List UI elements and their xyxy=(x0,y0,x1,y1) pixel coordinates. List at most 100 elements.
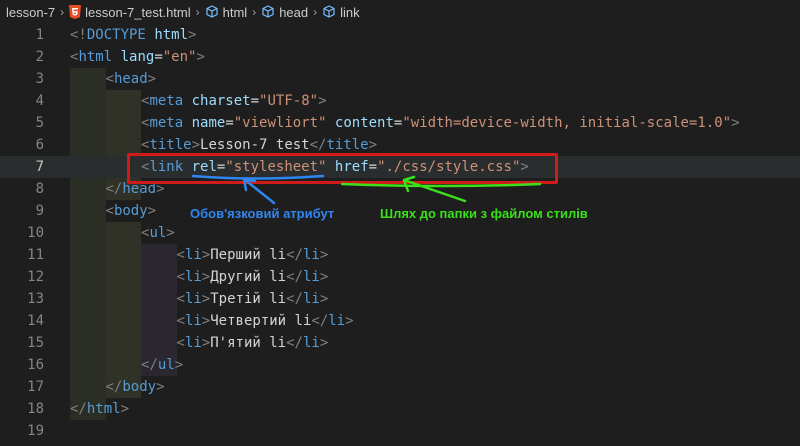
code-line[interactable]: 15 <li>П'ятий li</li> xyxy=(0,332,800,354)
line-number: 17 xyxy=(27,379,44,395)
code-text: <head> xyxy=(106,68,157,90)
breadcrumb-folder[interactable]: lesson-7 xyxy=(6,5,55,20)
code-token: = xyxy=(250,93,260,109)
cube-icon xyxy=(261,5,275,19)
code-line[interactable]: 19 xyxy=(0,420,800,442)
code-line[interactable]: 1 <!DOCTYPE html> xyxy=(0,24,800,46)
code-line[interactable]: 10 <ul> xyxy=(0,222,800,244)
code-token: </ xyxy=(286,291,303,307)
line-number: 6 xyxy=(35,137,44,153)
code-token: < xyxy=(176,291,185,307)
rel-annotation: Обов'язковий атрибут xyxy=(190,206,335,221)
breadcrumb-symbol-label: link xyxy=(340,4,360,20)
code-token: meta xyxy=(149,115,184,131)
code-text: <html lang="en"> xyxy=(70,46,205,68)
code-token: Другий li xyxy=(210,269,287,285)
code-token: title xyxy=(326,137,369,153)
code-line[interactable]: 5 <meta name="viewliort" content="width=d… xyxy=(0,112,800,134)
code-token: meta xyxy=(149,93,184,109)
code-token: </ xyxy=(141,357,158,373)
code-token: ul xyxy=(149,225,167,241)
line-number: 3 xyxy=(35,71,44,87)
line-number: 11 xyxy=(27,247,44,263)
code-token: ul xyxy=(157,357,175,373)
code-token: < xyxy=(176,269,185,285)
href-annotation: Шлях до папки з файлом стилів xyxy=(380,206,588,221)
code-token: > xyxy=(201,291,211,307)
code-line[interactable]: 11 <li>Перший li</li> xyxy=(0,244,800,266)
code-line[interactable]: 2 <html lang="en"> xyxy=(0,46,800,68)
code-token: li xyxy=(302,247,320,263)
code-token: > xyxy=(188,27,197,43)
breadcrumb-symbol-html[interactable]: html xyxy=(205,4,248,20)
code-token: "UTF-8" xyxy=(259,93,319,109)
line-number: 7 xyxy=(35,159,44,175)
code-line[interactable]: 13 <li>Третій li</li> xyxy=(0,288,800,310)
breadcrumb-symbol-link[interactable]: link xyxy=(322,5,360,20)
code-token: body xyxy=(122,379,157,395)
code-token: Lesson-7 test xyxy=(200,137,310,153)
code-text: <body> xyxy=(106,200,157,222)
line-number: 12 xyxy=(27,269,44,285)
code-token: < xyxy=(176,313,185,329)
code-token: li xyxy=(302,269,320,285)
code-token: title xyxy=(149,137,192,153)
code-token: Перший li xyxy=(210,247,287,263)
breadcrumb-file[interactable]: lesson-7_test.html xyxy=(69,5,191,20)
breadcrumb-symbol-head[interactable]: head xyxy=(261,5,308,20)
code-token: "width=device-width, initial-scale=1.0" xyxy=(402,115,732,131)
code-token: li xyxy=(184,247,202,263)
code-line[interactable]: 12 <li>Другий li</li> xyxy=(0,266,800,288)
breadcrumb-symbol-label: html xyxy=(222,4,248,20)
code-token: li xyxy=(184,313,202,329)
code-token: > xyxy=(201,313,211,329)
code-text: <li>Третій li</li> xyxy=(177,288,329,310)
code-token: > xyxy=(191,137,201,153)
line-number: 10 xyxy=(27,225,44,241)
code-token: DOCTYPE xyxy=(86,27,146,43)
breadcrumb-symbol-label: head xyxy=(279,4,309,20)
code-token: > xyxy=(319,247,329,263)
code-line[interactable]: 14 <li>Четвертий li</li> xyxy=(0,310,800,332)
code-text: </body> xyxy=(106,376,165,398)
code-text: <meta charset="UTF-8"> xyxy=(141,90,327,112)
code-token: > xyxy=(166,225,175,241)
code-token: charset xyxy=(191,93,251,109)
code-token: > xyxy=(319,291,329,307)
code-line[interactable]: 18 </html> xyxy=(0,398,800,420)
line-number: 15 xyxy=(27,335,44,351)
code-line[interactable]: 16 </ul> xyxy=(0,354,800,376)
code-editor[interactable]: 1 <!DOCTYPE html> 2 <html lang="en"> 3 <head>… xyxy=(0,24,800,446)
code-token: </ xyxy=(70,401,87,417)
code-token: > xyxy=(319,335,329,351)
code-token: lang xyxy=(120,49,155,65)
line-number: 9 xyxy=(35,203,44,219)
line-number: 18 xyxy=(27,401,44,417)
code-token: > xyxy=(201,335,211,351)
code-token: body xyxy=(113,203,148,219)
line-number: 5 xyxy=(35,115,44,131)
code-token: </ xyxy=(286,269,303,285)
code-token: head xyxy=(113,71,148,87)
line-number: 2 xyxy=(35,49,44,65)
code-line[interactable]: 17 </body> xyxy=(0,376,800,398)
cube-icon xyxy=(322,5,336,19)
code-line[interactable]: 3 <head> xyxy=(0,68,800,90)
code-token: > xyxy=(368,137,378,153)
code-token: > xyxy=(120,401,130,417)
code-token: > xyxy=(196,49,205,65)
html5-icon xyxy=(69,5,82,19)
code-line[interactable]: 4 <meta charset="UTF-8"> xyxy=(0,90,800,112)
code-token: "en" xyxy=(162,49,197,65)
code-token: > xyxy=(201,247,211,263)
line-number: 14 xyxy=(27,313,44,329)
code-text: </ul> xyxy=(141,354,183,376)
highlight-box xyxy=(127,153,558,184)
breadcrumb-file-label: lesson-7_test.html xyxy=(85,4,191,20)
code-token: Четвертий li xyxy=(210,313,312,329)
line-number: 8 xyxy=(35,181,44,197)
breadcrumb: lesson-7 › lesson-7_test.html › html › h… xyxy=(0,0,800,24)
